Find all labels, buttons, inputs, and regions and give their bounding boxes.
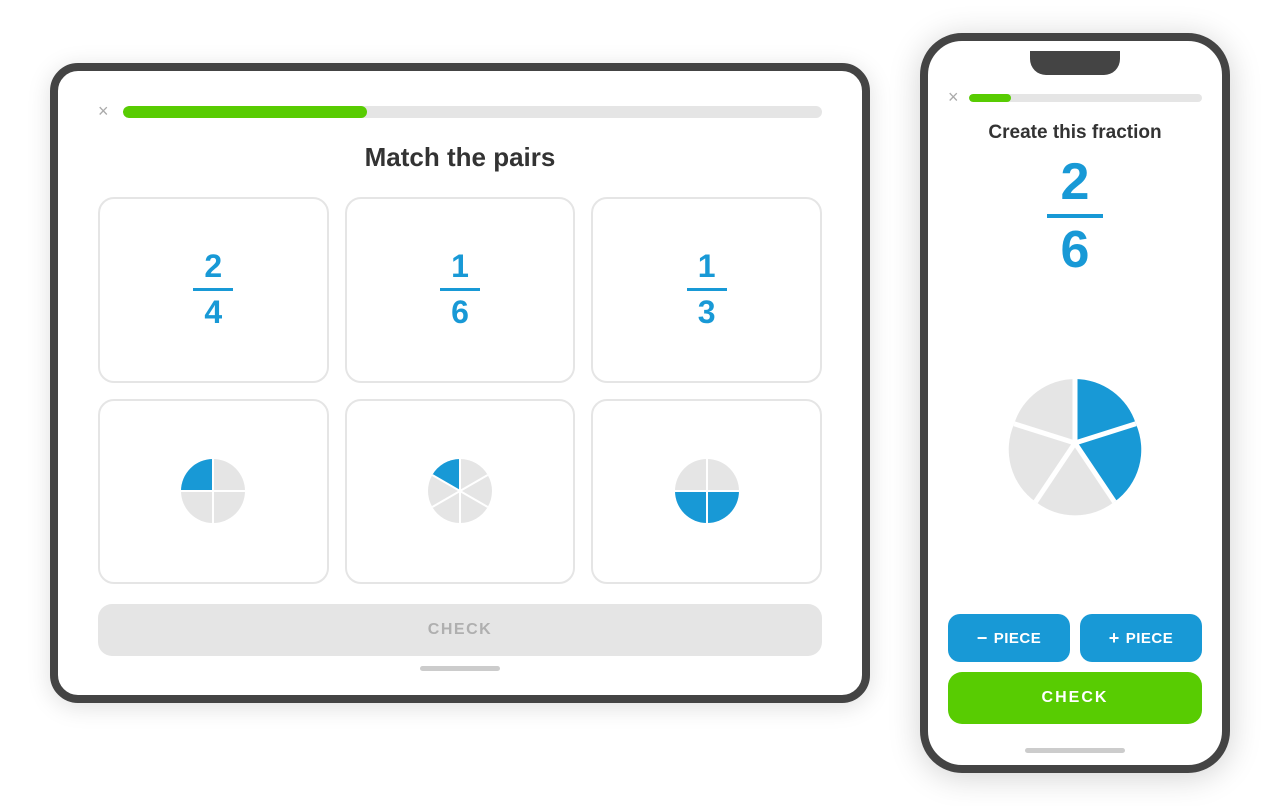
tablet-progress-bar-bg: [123, 106, 822, 118]
phone-top-bar: ×: [948, 87, 1202, 108]
phone-plus-piece-button[interactable]: + PIECE: [1080, 614, 1202, 662]
phone-content: × Create this fraction 2 6: [928, 79, 1222, 740]
tablet-check-button[interactable]: CHECK: [98, 604, 822, 656]
phone-close-button[interactable]: ×: [948, 87, 959, 108]
phone-pie-area: [948, 294, 1202, 592]
phone-fraction-display: 2 6: [948, 156, 1202, 276]
minus-piece-label: PIECE: [994, 630, 1042, 647]
fraction-line: [440, 288, 480, 291]
phone-title: Create this fraction: [948, 122, 1202, 144]
phone-notch-bar: [928, 41, 1222, 75]
phone-progress-bar-bg: [969, 94, 1202, 102]
tablet-card-pie-2[interactable]: [345, 399, 576, 585]
fraction-2-4: 2 4: [193, 249, 233, 330]
fraction-numerator: 1: [698, 249, 716, 284]
tablet-card-pie-3[interactable]: [591, 399, 822, 585]
phone-device: × Create this fraction 2 6: [920, 33, 1230, 773]
tablet-device: × Match the pairs 2 4 1 6: [50, 63, 870, 703]
tablet-card-fraction-1[interactable]: 2 4: [98, 197, 329, 383]
pie-chart-quarter: [173, 451, 253, 531]
plus-piece-label: PIECE: [1126, 630, 1174, 647]
fraction-denominator: 3: [698, 295, 716, 330]
phone-fraction-line: [1047, 214, 1103, 218]
tablet-card-fraction-2[interactable]: 1 6: [345, 197, 576, 383]
fraction-denominator: 4: [204, 295, 222, 330]
phone-home-indicator: [1025, 748, 1125, 753]
phone-fraction-denominator: 6: [1061, 224, 1090, 276]
fraction-line: [687, 288, 727, 291]
pie-chart-sixth: [420, 451, 500, 531]
fraction-denominator: 6: [451, 295, 469, 330]
phone-piece-buttons-row: − PIECE + PIECE: [948, 614, 1202, 662]
fraction-numerator: 1: [451, 249, 469, 284]
minus-icon: −: [977, 628, 988, 649]
tablet-title: Match the pairs: [98, 142, 822, 173]
tablet-top-bar: ×: [98, 101, 822, 122]
tablet-card-pie-1[interactable]: [98, 399, 329, 585]
phone-fraction-numerator: 2: [1061, 156, 1090, 208]
tablet-home-indicator: [420, 666, 500, 671]
plus-icon: +: [1109, 628, 1120, 649]
phone-progress-bar-fill: [969, 94, 1011, 102]
phone-check-button[interactable]: CHECK: [948, 672, 1202, 724]
fraction-1-3: 1 3: [687, 249, 727, 330]
phone-minus-piece-button[interactable]: − PIECE: [948, 614, 1070, 662]
tablet-progress-bar-fill: [123, 106, 368, 118]
tablet-card-fraction-3[interactable]: 1 3: [591, 197, 822, 383]
phone-pie-chart: [995, 363, 1155, 523]
phone-notch: [1030, 51, 1120, 75]
fraction-line: [193, 288, 233, 291]
pie-chart-half: [667, 451, 747, 531]
phone-home-bar: [928, 740, 1222, 765]
tablet-close-button[interactable]: ×: [98, 101, 109, 122]
fraction-1-6: 1 6: [440, 249, 480, 330]
tablet-cards-grid: 2 4 1 6 1 3: [98, 197, 822, 584]
tablet-bottom-bar: [98, 666, 822, 671]
fraction-numerator: 2: [204, 249, 222, 284]
